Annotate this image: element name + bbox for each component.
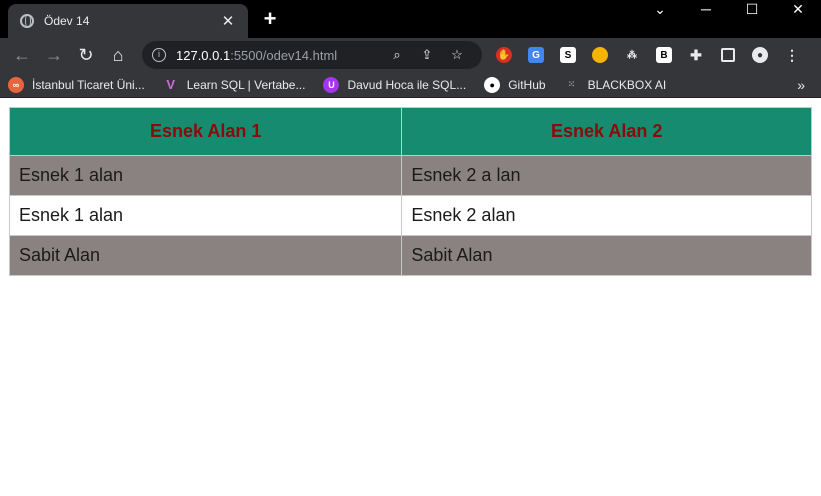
reload-button[interactable]: ↻ xyxy=(70,45,102,66)
back-button[interactable]: ← xyxy=(6,45,38,66)
bookmark-vertabelo[interactable]: V Learn SQL | Vertabe... xyxy=(163,77,306,93)
column-header: Esnek Alan 2 xyxy=(401,107,812,156)
table-cell: Esnek 2 alan xyxy=(401,195,812,236)
tab-close-icon[interactable]: ✕ xyxy=(220,12,236,30)
forward-button[interactable]: → xyxy=(38,45,70,66)
bookmarks-bar: ∞ İstanbul Ticaret Üni... V Learn SQL | … xyxy=(0,72,821,98)
table-cell: Esnek 2 a lan xyxy=(401,155,812,196)
profile-icon[interactable]: ● xyxy=(748,45,772,65)
bookmark-star-icon[interactable]: ☆ xyxy=(442,47,472,63)
table-row: Esnek 1 alan Esnek 2 a lan xyxy=(8,155,812,196)
udemy-icon: U xyxy=(323,76,340,93)
tab-odev14[interactable]: Ödev 14 ✕ xyxy=(8,4,248,38)
table-row: Sabit Alan Sabit Alan xyxy=(8,235,812,276)
toolbar: ← → ↻ ⌂ i 127.0.0.1:5500/odev14.html ⌕ ⇪… xyxy=(0,38,821,72)
table-cell: Esnek 1 alan xyxy=(8,195,403,236)
blackbox-icon: ⁙ xyxy=(567,79,576,89)
table-cell: Sabit Alan xyxy=(401,235,812,276)
bookmark-github[interactable]: ● GitHub xyxy=(484,76,546,93)
table-row: Esnek 1 alan Esnek 2 alan xyxy=(8,195,812,236)
globe-icon xyxy=(20,14,34,28)
vertabelo-icon: V xyxy=(166,77,176,92)
table-cell: Esnek 1 alan xyxy=(8,155,403,196)
bookmark-label: Learn SQL | Vertabe... xyxy=(186,77,306,92)
github-icon: ● xyxy=(484,76,501,93)
bookmark-label: İstanbul Ticaret Üni... xyxy=(32,77,145,92)
adblock-icon[interactable]: ✋ xyxy=(492,45,516,65)
bookmark-udemy[interactable]: U Davud Hoca ile SQL... xyxy=(323,76,467,93)
tab-bar: Ödev 14 ✕ + ⌄ ─ ☐ ✕ xyxy=(0,0,821,38)
share-icon[interactable]: ⇪ xyxy=(412,47,442,63)
url-text[interactable]: 127.0.0.1:5500/odev14.html xyxy=(176,48,382,63)
site-info-icon[interactable]: i xyxy=(152,48,166,62)
extensions-area: ✋ G S ⁂ B ✚ ● ⋮ xyxy=(488,45,808,65)
address-bar[interactable]: i 127.0.0.1:5500/odev14.html ⌕ ⇪ ☆ xyxy=(142,41,482,69)
maximize-button[interactable]: ☐ xyxy=(729,0,775,20)
zoom-icon[interactable]: ⌕ xyxy=(382,47,412,63)
s-extension-icon[interactable]: S xyxy=(556,45,580,65)
menu-dots-icon[interactable]: ⋮ xyxy=(780,45,804,65)
url-host: 127.0.0.1 xyxy=(176,47,231,63)
puzzle-icon[interactable]: ✚ xyxy=(684,45,708,65)
bookmark-label: BLACKBOX AI xyxy=(587,77,667,92)
tab-search-chevron-icon[interactable]: ⌄ xyxy=(637,0,683,20)
bookmark-label: Davud Hoca ile SQL... xyxy=(347,77,467,92)
minimize-button[interactable]: ─ xyxy=(683,0,729,20)
close-window-button[interactable]: ✕ xyxy=(775,0,821,20)
google-translate-icon[interactable]: G xyxy=(524,45,548,65)
data-table: Esnek Alan 1 Esnek Alan 2 Esnek 1 alan E… xyxy=(8,107,812,276)
home-button[interactable]: ⌂ xyxy=(102,45,134,66)
istanbul-ticaret-icon: ∞ xyxy=(8,76,24,93)
browser-chrome: Ödev 14 ✕ + ⌄ ─ ☐ ✕ ← → ↻ ⌂ i 127.0.0.1:… xyxy=(0,0,821,98)
new-tab-button[interactable]: + xyxy=(260,8,280,30)
colorful-extension-icon[interactable] xyxy=(588,45,612,65)
tab-title: Ödev 14 xyxy=(44,14,90,28)
table-header-row: Esnek Alan 1 Esnek Alan 2 xyxy=(8,107,812,156)
table-cell: Sabit Alan xyxy=(8,235,403,276)
bookmark-label: GitHub xyxy=(508,77,546,92)
bookmark-istanbul-ticaret[interactable]: ∞ İstanbul Ticaret Üni... xyxy=(8,76,145,93)
url-path: :5500/odev14.html xyxy=(230,47,338,63)
window-controls: ⌄ ─ ☐ ✕ xyxy=(637,0,821,20)
column-header: Esnek Alan 1 xyxy=(8,107,403,156)
side-panel-icon[interactable] xyxy=(716,45,740,65)
grid-extension-icon[interactable]: ⁂ xyxy=(620,45,644,65)
b-extension-icon[interactable]: B xyxy=(652,45,676,65)
more-bookmarks-icon[interactable]: » xyxy=(797,77,805,93)
page-content: Esnek Alan 1 Esnek Alan 2 Esnek 1 alan E… xyxy=(0,98,821,285)
bookmark-blackbox[interactable]: ⁙ BLACKBOX AI xyxy=(564,77,667,93)
